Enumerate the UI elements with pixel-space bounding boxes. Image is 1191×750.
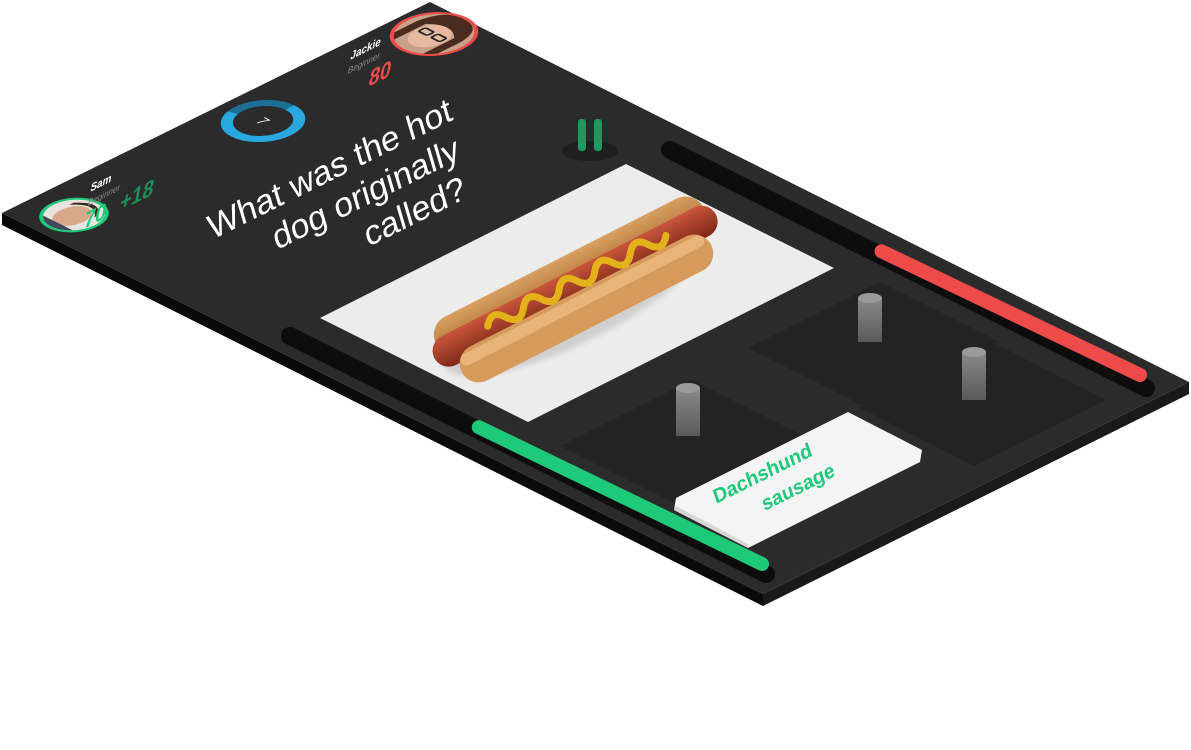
peg-2 [962, 347, 986, 400]
peg-1 [858, 293, 882, 342]
board-svg: 7 Sam Beginner 70 +18 Jackie Beginner 80… [2, 2, 1189, 606]
peg-3 [676, 383, 700, 436]
isometric-game-board: 7 Sam Beginner 70 +18 Jackie Beginner 80… [0, 0, 1191, 750]
